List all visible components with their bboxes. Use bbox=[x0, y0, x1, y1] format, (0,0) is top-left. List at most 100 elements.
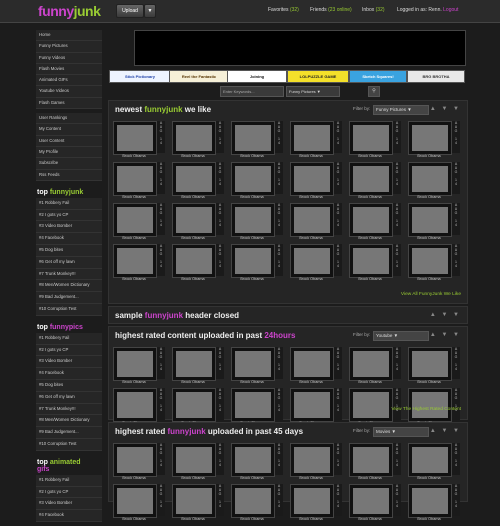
search-input[interactable]: Enter Keywords... bbox=[220, 86, 284, 97]
thumbnail[interactable] bbox=[113, 484, 157, 518]
sidebar-item[interactable]: #5 Dog bites bbox=[36, 245, 102, 257]
item-caption[interactable]: Brock Obama bbox=[231, 517, 273, 521]
chevron-down-icon[interactable]: ▼ bbox=[144, 4, 156, 18]
sidebar-item[interactable]: Funny Pictures bbox=[36, 41, 102, 53]
sidebar-item[interactable]: #3 Video Bomber bbox=[36, 221, 102, 234]
item-caption[interactable]: Brock Obama bbox=[290, 195, 332, 199]
item-caption[interactable]: Brock Obama bbox=[172, 380, 214, 384]
thumbnail[interactable] bbox=[231, 162, 275, 196]
item-caption[interactable]: Brock Obama bbox=[349, 476, 391, 480]
section-controls[interactable]: ▲ ▼ ▼ bbox=[430, 428, 461, 434]
thumbnail[interactable] bbox=[408, 203, 452, 237]
search-icon[interactable]: ⚲ bbox=[368, 86, 380, 97]
thumbnail[interactable] bbox=[408, 244, 452, 278]
item-caption[interactable]: Brock Obama bbox=[290, 476, 332, 480]
sidebar-item[interactable]: #9 Bad Judgement... bbox=[36, 292, 102, 305]
sidebar-item[interactable]: #2 I gots yo CP bbox=[36, 487, 102, 499]
content-item[interactable]: A U G 1 4Brock Obama bbox=[172, 347, 224, 385]
content-item[interactable]: A U G 1 4Brock Obama bbox=[349, 347, 401, 385]
content-item[interactable]: A U G 1 4Brock Obama bbox=[290, 244, 342, 282]
content-item[interactable]: A U G 1 4Brock Obama bbox=[349, 443, 401, 481]
thumbnail[interactable] bbox=[113, 443, 157, 477]
game-banner[interactable]: Stick Pictionary bbox=[109, 70, 171, 83]
item-caption[interactable]: Brock Obama bbox=[231, 476, 273, 480]
thumbnail[interactable] bbox=[172, 162, 216, 196]
thumbnail[interactable] bbox=[408, 121, 452, 155]
content-item[interactable]: A U G 1 4Brock Obama bbox=[172, 388, 224, 426]
content-item[interactable]: A U G 1 4Brock Obama bbox=[290, 484, 342, 522]
thumbnail[interactable] bbox=[290, 443, 334, 477]
item-caption[interactable]: Brock Obama bbox=[231, 380, 273, 384]
item-caption[interactable]: Brock Obama bbox=[408, 517, 450, 521]
content-item[interactable]: A U G 1 4Brock Obama bbox=[231, 162, 283, 200]
thumbnail[interactable] bbox=[349, 484, 393, 518]
content-item[interactable]: A U G 1 4Brock Obama bbox=[408, 347, 460, 385]
friends-link[interactable]: Friends (23 online) bbox=[310, 7, 352, 13]
highest-24h-filter-select[interactable]: Youtube ▼ bbox=[373, 331, 429, 341]
thumbnail[interactable] bbox=[290, 121, 334, 155]
content-item[interactable]: A U G 1 4Brock Obama bbox=[113, 443, 165, 481]
item-caption[interactable]: Brock Obama bbox=[172, 517, 214, 521]
thumbnail[interactable] bbox=[290, 244, 334, 278]
item-caption[interactable]: Brock Obama bbox=[408, 236, 450, 240]
content-item[interactable]: A U G 1 4Brock Obama bbox=[113, 121, 165, 159]
view-all-link[interactable]: View All FunnyJunk We Like bbox=[401, 292, 461, 297]
item-caption[interactable]: Brock Obama bbox=[408, 154, 450, 158]
item-caption[interactable]: Brock Obama bbox=[290, 154, 332, 158]
thumbnail[interactable] bbox=[231, 244, 275, 278]
content-item[interactable]: A U G 1 4Brock Obama bbox=[113, 347, 165, 385]
sidebar-item[interactable]: Subscribe bbox=[36, 158, 102, 170]
item-caption[interactable]: Brock Obama bbox=[113, 236, 155, 240]
logout-link[interactable]: Logout bbox=[443, 7, 458, 13]
thumbnail[interactable] bbox=[349, 388, 393, 422]
thumbnail[interactable] bbox=[172, 203, 216, 237]
content-item[interactable]: A U G 1 4Brock Obama bbox=[349, 484, 401, 522]
sidebar-item[interactable]: #4 Facebook bbox=[36, 368, 102, 381]
content-item[interactable]: A U G 1 4Brock Obama bbox=[408, 203, 460, 241]
thumbnail[interactable] bbox=[290, 484, 334, 518]
content-item[interactable]: A U G 1 4Brock Obama bbox=[408, 244, 460, 282]
item-caption[interactable]: Brock Obama bbox=[113, 476, 155, 480]
content-item[interactable]: A U G 1 4Brock Obama bbox=[231, 484, 283, 522]
item-caption[interactable]: Brock Obama bbox=[290, 380, 332, 384]
thumbnail[interactable] bbox=[231, 121, 275, 155]
item-caption[interactable]: Brock Obama bbox=[113, 517, 155, 521]
content-item[interactable]: A U G 1 4Brock Obama bbox=[231, 244, 283, 282]
game-banner[interactable]: Reel the Fantastic bbox=[169, 70, 229, 83]
item-caption[interactable]: Brock Obama bbox=[349, 517, 391, 521]
item-caption[interactable]: Brock Obama bbox=[349, 195, 391, 199]
thumbnail[interactable] bbox=[349, 203, 393, 237]
item-caption[interactable]: Brock Obama bbox=[172, 476, 214, 480]
inbox-link[interactable]: Inbox (32) bbox=[362, 7, 385, 13]
content-item[interactable]: A U G 1 4Brock Obama bbox=[231, 388, 283, 426]
item-caption[interactable]: Brock Obama bbox=[172, 154, 214, 158]
item-caption[interactable]: Brock Obama bbox=[113, 154, 155, 158]
item-caption[interactable]: Brock Obama bbox=[408, 476, 450, 480]
item-caption[interactable]: Brock Obama bbox=[349, 154, 391, 158]
content-item[interactable]: A U G 1 4Brock Obama bbox=[349, 203, 401, 241]
thumbnail[interactable] bbox=[408, 484, 452, 518]
sidebar-item[interactable]: My Content bbox=[36, 124, 102, 136]
sidebar-item[interactable]: Animated GIFs bbox=[36, 75, 102, 87]
thumbnail[interactable] bbox=[172, 121, 216, 155]
section-controls[interactable]: ▲ ▼ ▼ bbox=[430, 332, 461, 338]
sidebar-item[interactable]: #7 Trunk Monkey!!! bbox=[36, 269, 102, 281]
sidebar-item[interactable]: User Content bbox=[36, 136, 102, 147]
sidebar-item[interactable]: Home bbox=[36, 30, 102, 42]
item-caption[interactable]: Brock Obama bbox=[290, 277, 332, 281]
content-item[interactable]: A U G 1 4Brock Obama bbox=[290, 443, 342, 481]
thumbnail[interactable] bbox=[231, 484, 275, 518]
sidebar-item[interactable]: #3 Video Bomber bbox=[36, 356, 102, 369]
item-caption[interactable]: Brock Obama bbox=[113, 195, 155, 199]
thumbnail[interactable] bbox=[349, 244, 393, 278]
content-item[interactable]: A U G 1 4Brock Obama bbox=[349, 121, 401, 159]
content-item[interactable]: A U G 1 4Brock Obama bbox=[349, 244, 401, 282]
content-item[interactable]: A U G 1 4Brock Obama bbox=[113, 484, 165, 522]
item-caption[interactable]: Brock Obama bbox=[349, 236, 391, 240]
content-item[interactable]: A U G 1 4Brock Obama bbox=[172, 443, 224, 481]
content-item[interactable]: A U G 1 4Brock Obama bbox=[172, 162, 224, 200]
item-caption[interactable]: Brock Obama bbox=[231, 154, 273, 158]
thumbnail[interactable] bbox=[113, 203, 157, 237]
sidebar-item[interactable]: Flash Movies bbox=[36, 64, 102, 76]
content-item[interactable]: A U G 1 4Brock Obama bbox=[408, 162, 460, 200]
